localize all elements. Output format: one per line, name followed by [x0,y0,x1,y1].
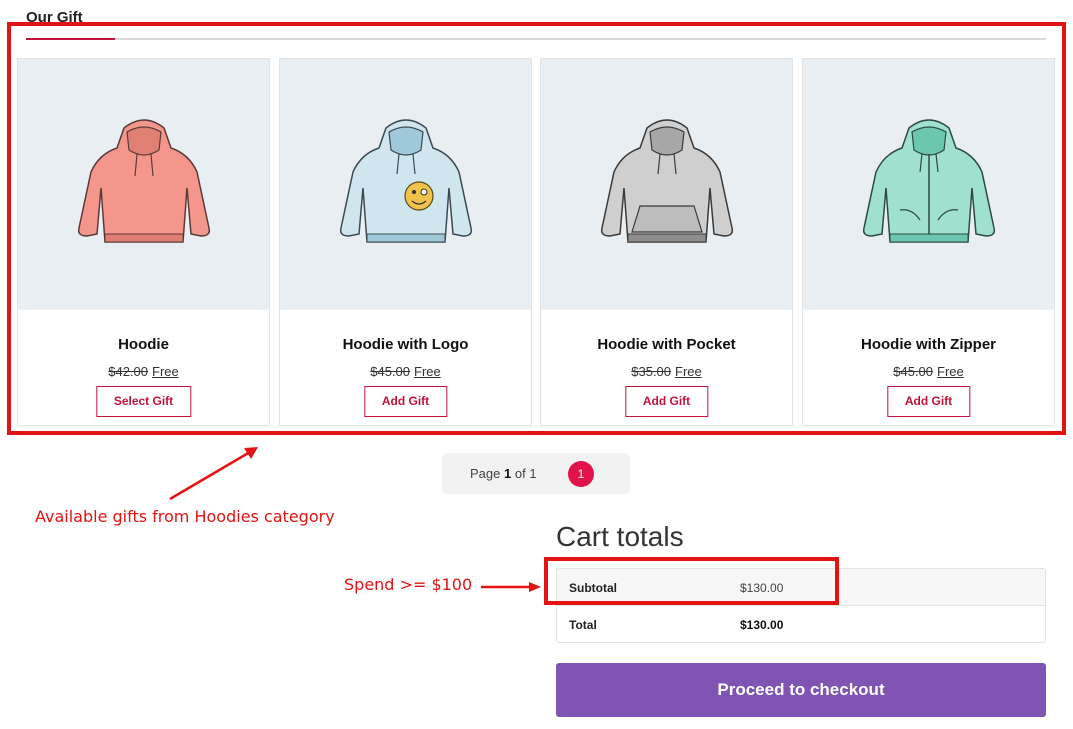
spend-arrow-head [529,582,541,592]
spend-annotation-text: Spend >= $100 [344,575,473,594]
cart-totals-title: Cart totals [556,521,684,552]
total-value: $130.00 [740,618,784,632]
subtotal-annotation-box [544,557,839,605]
total-label: Total [569,618,597,632]
gifts-arrow-line [169,450,251,501]
gifts-annotation-text: Available gifts from Hoodies category [35,507,335,526]
total-row: Total $130.00 [557,606,1045,642]
proceed-to-checkout-button[interactable]: Proceed to checkout [556,663,1046,717]
